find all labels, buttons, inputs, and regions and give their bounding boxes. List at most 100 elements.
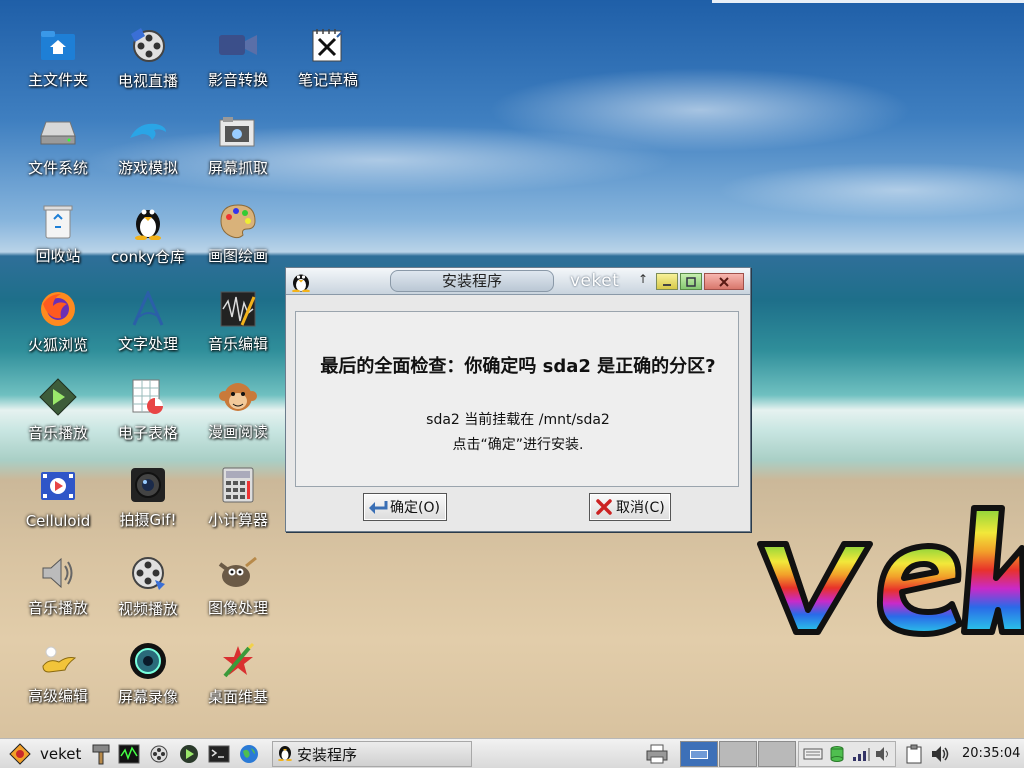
printer-icon[interactable] [646,743,668,765]
veket-logo [752,500,1024,640]
icon-label: 屏幕抓取 [207,159,268,177]
wiki-pen-icon [218,642,258,680]
icon-label: 笔记草稿 [297,71,358,89]
desktop-icon-video-player[interactable]: 视频播放 [106,534,190,618]
desktop-icon-music-editor[interactable]: 音乐编辑 [196,270,280,354]
top-strip [712,0,1024,3]
minimize-button[interactable] [656,273,678,290]
recording-lens-icon [128,642,168,680]
speaker-icon[interactable] [930,744,950,764]
desktop-icon-image-editor[interactable]: 图像处理 [196,534,280,618]
desktop-icon-audio[interactable]: 音乐播放 [16,534,100,618]
video-camera-icon [218,26,258,63]
icon-label: 漫画阅读 [207,423,268,441]
desktop-icon-media-convert[interactable]: 影音转换 [196,6,280,90]
network-signal-icon[interactable] [851,744,871,764]
desktop-icon-trash[interactable]: 回收站 [16,182,100,266]
dialog-titlebar[interactable]: 安装程序 veket ↑ [286,268,750,295]
desktop-icon-firefox[interactable]: 火狐浏览 [16,270,100,354]
confirmation-question: 最后的全面检查：你确定吗 sda2 是正确的分区? [320,356,716,377]
paint-palette-icon [218,202,258,239]
desktop-icon-spreadsheet[interactable]: 电子表格 [106,358,190,442]
tux-icon [277,743,293,765]
icon-label: 拍摄Gif! [119,511,177,529]
desktop-icon-screen-capture[interactable]: 屏幕抓取 [196,94,280,178]
maximize-icon [686,276,696,287]
globe-icon[interactable] [238,743,260,765]
icon-label: 音乐播放 [27,424,88,442]
desktop-icon-word-processor[interactable]: 文字处理 [106,270,190,354]
trash-icon [38,202,78,239]
icon-label: Celluloid [25,512,91,530]
workspace-2[interactable] [719,741,757,767]
pin-icon[interactable]: ↑ [638,272,648,286]
cancel-x-icon [594,498,614,516]
desktop-icon-desktop-wiki[interactable]: 桌面维基 [196,622,280,706]
icon-label: 视频播放 [117,600,178,618]
desktop-icon-home[interactable]: 主文件夹 [16,6,100,90]
audio-editor-icon [218,290,258,327]
cancel-button[interactable]: 取消(C) [589,493,671,521]
desktop-icon-tv-live[interactable]: 电视直播 [106,6,190,90]
window-title: 安装程序 [390,270,554,292]
brush-icon[interactable] [90,743,112,765]
hard-drive-icon [38,114,78,151]
terminal-icon[interactable] [208,743,230,765]
desktop-icon-comic-reader[interactable]: 漫画阅读 [196,358,280,442]
close-icon [719,276,729,287]
desktop-icon-game-emulator[interactable]: 游戏模拟 [106,94,190,178]
database-icon[interactable] [827,744,847,764]
close-button[interactable] [704,273,744,290]
mount-info: sda2 当前挂载在 /mnt/sda2 [426,412,610,428]
media-play-icon [38,378,78,416]
celluloid-icon [38,466,78,506]
desktop-icon-music-player[interactable]: 音乐播放 [16,358,100,442]
install-instruction: 点击“确定”进行安装. [452,437,584,453]
start-menu-label[interactable]: veket [40,745,81,763]
system-monitor-icon[interactable] [118,743,140,765]
icon-label: 影音转换 [207,71,268,89]
desktop-icon-screen-recorder[interactable]: 屏幕录像 [106,622,190,706]
video-reel-icon[interactable] [148,743,170,765]
gimp-icon [218,554,258,591]
minimize-icon [663,283,671,286]
media-play-icon[interactable] [178,743,200,765]
icon-label: 音乐播放 [27,599,88,617]
taskbar-task-installer[interactable]: 安装程序 [272,741,472,767]
icon-label: 桌面维基 [207,688,268,706]
icon-label: 火狐浏览 [27,336,88,354]
workspace-3[interactable] [758,741,796,767]
volume-mixer-icon[interactable] [873,744,893,764]
monkey-icon [218,378,258,415]
desktop-icon-calculator[interactable]: 小计算器 [196,446,280,530]
icon-label: 图像处理 [207,599,268,617]
workspace-1[interactable] [680,741,718,767]
keyboard-icon[interactable] [803,744,823,764]
desktop-icon-filesystem[interactable]: 文件系统 [16,94,100,178]
desktop-icon-notes[interactable]: 笔记草稿 [286,6,370,90]
desktop-icon-gif-capture[interactable]: 拍摄Gif! [106,446,190,530]
cancel-label: 取消(C) [616,500,665,516]
icon-label: 音乐编辑 [207,335,268,353]
film-reel-icon [128,26,168,64]
clock[interactable]: 20:35:04 [962,746,1020,761]
system-tray [798,741,896,767]
workspace-window-preview [690,750,708,759]
taskbar: veket 安装程序 20:35:04 [0,738,1024,768]
clipboard-icon[interactable] [904,744,924,764]
desktop-icon-conky[interactable]: conky仓库 [106,182,190,266]
icon-label: 文件系统 [27,159,88,177]
icon-label: conky仓库 [111,248,185,266]
home-folder-icon [38,26,78,63]
maximize-button[interactable] [680,273,702,290]
desktop-icon-advanced-editor[interactable]: 高级编辑 [16,622,100,706]
ok-button[interactable]: 确定(O) [363,493,447,521]
icon-label: 回收站 [35,247,81,265]
desktop-icon-celluloid[interactable]: Celluloid [16,446,100,530]
veket-menu-icon[interactable] [8,742,32,766]
abiword-icon [128,290,168,327]
icon-label: 画图绘画 [207,247,268,265]
spreadsheet-icon [128,378,168,416]
icon-label: 游戏模拟 [117,159,178,177]
desktop-icon-paint[interactable]: 画图绘画 [196,182,280,266]
